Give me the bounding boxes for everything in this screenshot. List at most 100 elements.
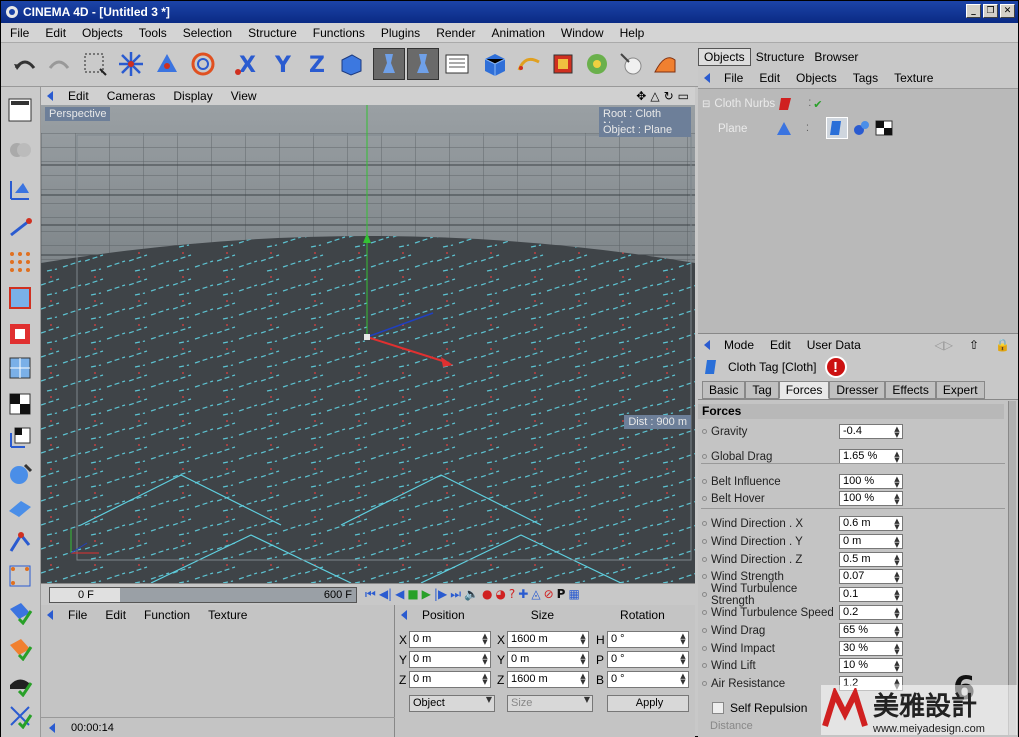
visibility-dots-icon[interactable]: ⁚ — [806, 124, 809, 134]
objects-menu-edit[interactable]: Edit — [751, 71, 788, 85]
record-icon[interactable]: ● — [482, 587, 492, 602]
axis-tool-icon[interactable] — [5, 175, 35, 205]
animate-dot-icon[interactable] — [702, 479, 707, 484]
points-mode-icon[interactable] — [5, 247, 35, 277]
animate-dot-icon[interactable] — [702, 539, 707, 544]
model-mode-icon[interactable] — [373, 48, 405, 80]
goto-end-icon[interactable]: ⏭ — [450, 587, 461, 602]
key-rotation-icon[interactable]: ◬ — [531, 587, 540, 602]
viewport-menu-display[interactable]: Display — [164, 89, 221, 103]
animate-dot-icon[interactable] — [702, 592, 707, 597]
menu-help[interactable]: Help — [611, 26, 652, 40]
cloth-tag-icon[interactable] — [826, 117, 848, 139]
menu-structure[interactable]: Structure — [239, 26, 304, 40]
animate-dot-icon[interactable] — [702, 496, 707, 501]
object-name[interactable]: Plane — [718, 123, 776, 135]
array-icon[interactable] — [581, 48, 613, 80]
animate-dot-icon[interactable] — [702, 557, 707, 562]
menu-functions[interactable]: Functions — [304, 26, 372, 40]
perspective-viewport[interactable]: Perspective Root : Cloth Nurbs Object : … — [41, 105, 695, 583]
deformer-icon[interactable] — [649, 48, 681, 80]
animate-dot-icon[interactable] — [702, 574, 707, 579]
texture-checker-icon[interactable] — [5, 389, 35, 419]
up-icon[interactable]: ⇧ — [961, 338, 987, 352]
texture-mode-icon[interactable] — [441, 48, 473, 80]
animate-dot-icon[interactable] — [702, 610, 707, 615]
material-menu-function[interactable]: Function — [135, 608, 199, 622]
menu-edit[interactable]: Edit — [36, 26, 73, 40]
objects-menu-file[interactable]: File — [716, 71, 751, 85]
move-icon[interactable] — [115, 48, 147, 80]
attribute-value-field[interactable]: 0.2 ▲ ▼ — [839, 605, 903, 620]
coord-mode-select[interactable]: Object ▼ — [409, 695, 495, 712]
tab-structure[interactable]: Structure — [751, 49, 810, 65]
goto-start-icon[interactable]: ⏮ — [365, 587, 376, 602]
spline-icon[interactable] — [513, 48, 545, 80]
viewport-menu-edit[interactable]: Edit — [59, 89, 98, 103]
animate-dot-icon[interactable] — [702, 628, 707, 633]
attributes-pin-icon[interactable] — [702, 339, 716, 351]
menu-objects[interactable]: Objects — [73, 26, 130, 40]
viewport-pin-icon[interactable] — [45, 90, 59, 102]
animate-dot-icon[interactable] — [702, 521, 707, 526]
light-icon[interactable] — [615, 48, 647, 80]
tab-forces[interactable]: Forces — [778, 381, 830, 399]
tab-browser[interactable]: Browser — [809, 49, 863, 65]
polygon-tool-icon[interactable] — [5, 135, 35, 165]
tab-expert[interactable]: Expert — [935, 381, 985, 399]
attribute-value-field[interactable]: 100 % ▲ ▼ — [839, 474, 903, 489]
object-row-plane[interactable]: Plane ⁚ — [718, 117, 1018, 140]
viewport-maximize-icon[interactable]: ▭ — [678, 89, 689, 103]
rotate-icon[interactable] — [187, 48, 219, 80]
enable-axis-icon[interactable] — [5, 597, 35, 627]
menu-selection[interactable]: Selection — [174, 26, 239, 40]
attributes-menu-userdata[interactable]: User Data — [799, 338, 869, 352]
attribute-value-field[interactable]: 0 m ▲ ▼ — [839, 534, 903, 549]
maximize-button[interactable]: ❐ — [983, 4, 998, 18]
tab-objects[interactable]: Objects — [698, 48, 751, 66]
stop-icon[interactable]: ■ — [407, 587, 418, 602]
animate-dot-icon[interactable] — [702, 646, 707, 651]
menu-plugins[interactable]: Plugins — [372, 26, 427, 40]
attribute-value-field[interactable]: 30 % ▲ ▼ — [839, 641, 903, 656]
view-layout-icon[interactable] — [5, 95, 35, 125]
menu-window[interactable]: Window — [552, 26, 611, 40]
attribute-value-field[interactable]: 0.6 m ▲ ▼ — [839, 516, 903, 531]
material-pin-icon[interactable] — [45, 609, 59, 621]
lock-icon[interactable]: 🔒 — [987, 338, 1018, 352]
size-x-field[interactable]: 1600 m ▲ ▼ — [507, 631, 589, 648]
viewport-menu-view[interactable]: View — [222, 89, 266, 103]
undo-icon[interactable] — [9, 48, 41, 80]
edge-tool-icon[interactable] — [5, 211, 35, 241]
attribute-value-field[interactable]: -0.4 ▲ ▼ — [839, 424, 903, 439]
attribute-value-field[interactable]: 100 % ▲ ▼ — [839, 491, 903, 506]
objects-menu-texture[interactable]: Texture — [886, 71, 941, 85]
close-button[interactable]: ✕ — [1000, 4, 1015, 18]
menu-render[interactable]: Render — [427, 26, 482, 40]
sculpt-tool-icon[interactable] — [5, 459, 35, 489]
polygons-mode-icon[interactable] — [5, 319, 35, 349]
key-scale-icon[interactable]: ⊘ — [544, 587, 554, 602]
tab-effects[interactable]: Effects — [885, 381, 936, 399]
x-axis-icon[interactable]: X — [231, 48, 263, 80]
step-back-icon[interactable]: ◀ — [395, 587, 404, 602]
live-selection-icon[interactable] — [79, 48, 111, 80]
prev-key-icon[interactable]: ◀| — [379, 587, 392, 602]
bone-tool-icon[interactable] — [5, 527, 35, 557]
viewport-menu-cameras[interactable]: Cameras — [98, 89, 165, 103]
attributes-menu-edit[interactable]: Edit — [762, 338, 799, 352]
tab-tag[interactable]: Tag — [745, 381, 779, 399]
material-menu-file[interactable]: File — [59, 608, 96, 622]
animate-dot-icon[interactable] — [702, 429, 707, 434]
coord-pin-icon[interactable] — [399, 609, 413, 621]
viewport-move-icon[interactable]: ✥ — [636, 89, 646, 103]
rotation-h-field[interactable]: 0 ° ▲ ▼ — [607, 631, 689, 648]
viewport-zoom-icon[interactable]: △ — [650, 89, 659, 103]
object-mode-icon[interactable] — [407, 48, 439, 80]
menu-tools[interactable]: Tools — [130, 26, 174, 40]
material-tag-icon[interactable] — [852, 119, 870, 140]
animate-dot-icon[interactable] — [702, 454, 707, 459]
position-z-field[interactable]: 0 m ▲ ▼ — [409, 671, 491, 688]
nurbs-icon[interactable] — [547, 48, 579, 80]
rotation-b-field[interactable]: 0 ° ▲ ▼ — [607, 671, 689, 688]
